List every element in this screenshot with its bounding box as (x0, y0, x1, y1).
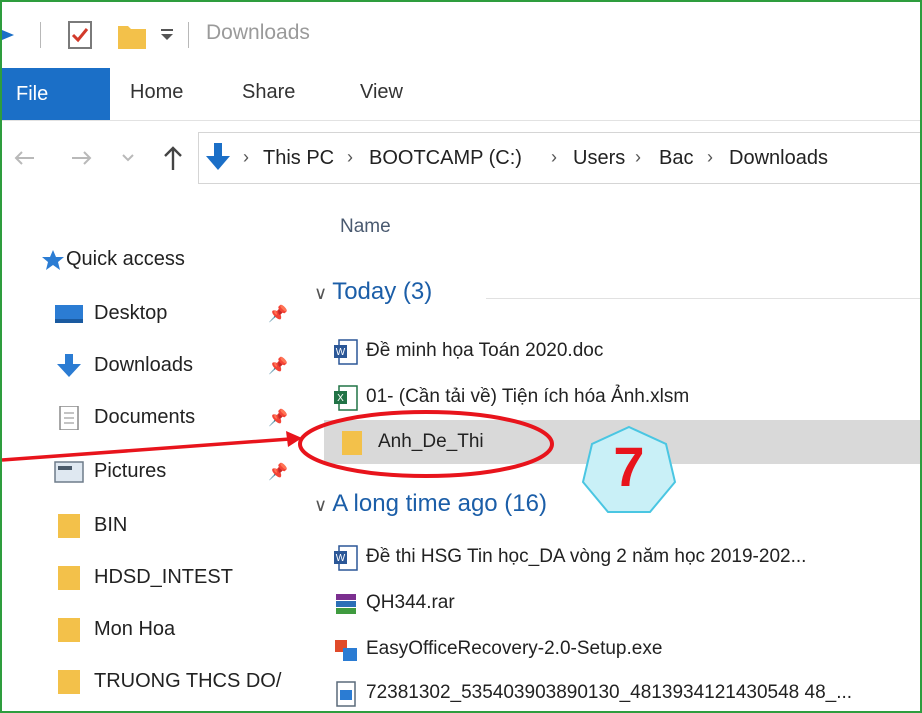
step-number: 7 (613, 435, 645, 498)
pointer-arrow-line (2, 437, 291, 462)
step-badge: 7 (580, 424, 678, 521)
explorer-window: Downloads File Home Share View › This PC (0, 0, 922, 713)
highlight-ellipse (298, 410, 554, 478)
annotation-overlay (2, 410, 554, 478)
